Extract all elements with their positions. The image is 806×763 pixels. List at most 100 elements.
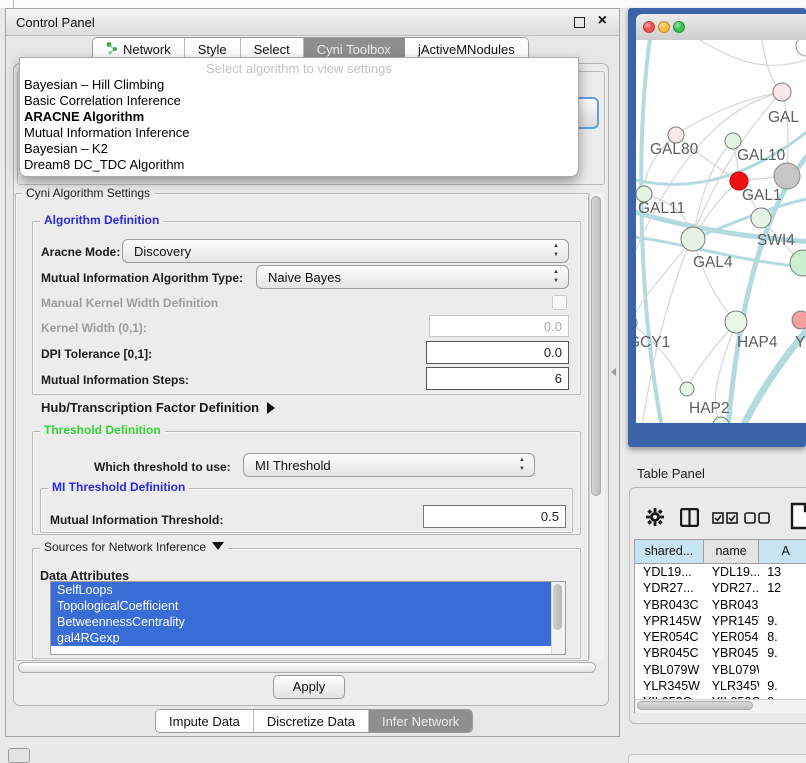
attribute-item-selected[interactable]: TopologicalCoefficient	[51, 598, 551, 614]
settings-vertical-scrollbar-thumb[interactable]	[591, 196, 601, 496]
tab-impute-data[interactable]: Impute Data	[156, 710, 254, 732]
network-node[interactable]	[792, 311, 806, 329]
table-cell: YER054C	[635, 629, 704, 645]
control-panel-window: Control Panel × NetworkStyleSelectCyni T…	[5, 8, 620, 737]
node-label: GAL1	[742, 187, 782, 204]
table-cell: YBL079W	[635, 662, 704, 678]
column-header-shared[interactable]: shared...	[635, 540, 704, 563]
attributes-scrollbar-thumb[interactable]	[553, 584, 562, 630]
table-row[interactable]: YLR345WYLR345W9.	[635, 678, 806, 694]
aracne-mode-combo[interactable]: Discovery ▲▼	[122, 239, 569, 263]
columns-icon[interactable]	[680, 508, 699, 530]
node-label: GAL80	[650, 141, 699, 158]
node-label: SWI4	[757, 232, 795, 249]
document-icon[interactable]	[790, 502, 806, 533]
network-edge[interactable]	[636, 323, 687, 389]
table-cell: 13	[759, 564, 806, 580]
table-row[interactable]: YBL079WYBL079W	[635, 662, 806, 678]
attribute-item-selected[interactable]: gal4RGexp	[51, 630, 551, 646]
algorithm-option[interactable]: Dream8 DC_TDC Algorithm	[20, 157, 578, 173]
mi-threshold-label: Mutual Information Threshold:	[50, 513, 223, 527]
algorithm-option[interactable]: Basic Correlation Inference	[20, 93, 578, 109]
tab-label: Style	[198, 42, 227, 57]
table-row[interactable]: YBR045CYBR045C9.	[635, 645, 806, 661]
mac-close-icon[interactable]	[643, 21, 655, 33]
table-cell: YBR045C	[635, 645, 704, 661]
checked-boxes-icon[interactable]	[712, 512, 738, 527]
algorithm-option[interactable]: Bayesian – K2	[20, 141, 578, 157]
mi-steps-field[interactable]: 6	[426, 367, 569, 390]
collapse-down-icon	[212, 542, 224, 550]
dpi-tolerance-field[interactable]: 0.0	[426, 341, 569, 364]
kernel-width-field[interactable]: 0.0	[429, 315, 569, 337]
table-cell: 9.	[759, 613, 806, 629]
mi-threshold-field[interactable]: 0.5	[423, 505, 566, 528]
tab-discretize-data[interactable]: Discretize Data	[254, 710, 369, 732]
tab-infer-network[interactable]: Infer Network	[369, 710, 472, 732]
collapsed-panel-icon[interactable]	[8, 748, 30, 763]
network-node[interactable]	[725, 311, 747, 333]
settings-horizontal-scrollbar-thumb[interactable]	[18, 662, 596, 673]
hub-definition-expander[interactable]: Hub/Transcription Factor Definition	[41, 400, 275, 415]
network-edge[interactable]	[688, 322, 736, 388]
attribute-item-selected[interactable]: SelfLoops	[51, 582, 551, 598]
aracne-mode-label: Aracne Mode:	[41, 245, 120, 259]
top-tab-edge	[13, 0, 14, 8]
table-row[interactable]: YBR043CYBR043C	[635, 597, 806, 613]
node-table[interactable]: shared...nameA YDL19...YDL19...13YDR27..…	[634, 539, 806, 713]
network-node[interactable]	[681, 227, 705, 251]
algorithm-option[interactable]: Bayesian – Hill Climbing	[20, 77, 578, 93]
algorithm-dropdown-popup: Select algorithm to view settings Bayesi…	[19, 57, 579, 177]
table-row[interactable]: YDR27...YDR27...12	[635, 580, 806, 596]
table-cell: YLR345W	[635, 678, 704, 694]
float-window-icon[interactable]	[574, 17, 585, 28]
network-edge[interactable]	[676, 92, 782, 135]
which-threshold-combo[interactable]: MI Threshold ▲▼	[243, 453, 535, 477]
network-node[interactable]	[680, 382, 694, 396]
network-window-titlebar[interactable]	[636, 14, 806, 41]
which-threshold-label: Which threshold to use:	[94, 460, 231, 474]
table-row[interactable]: YPR145WYPR145W9.	[635, 613, 806, 629]
table-cell: YER054C	[704, 629, 760, 645]
column-header-name[interactable]: name	[704, 540, 759, 563]
network-node[interactable]	[774, 163, 800, 189]
table-cell: 9.	[759, 678, 806, 694]
network-canvas[interactable]: GALGAL80GAL10GAL1GAL11SWI4GAL4GCY1HAP4YH…	[636, 40, 806, 423]
algorithm-dropdown-items: Bayesian – Hill ClimbingBasic Correlatio…	[20, 77, 578, 173]
tab-label: Discretize Data	[267, 714, 355, 729]
node-label: GAL	[768, 109, 799, 126]
table-panel-title: Table Panel	[637, 466, 705, 481]
settings-horizontal-scrollbar[interactable]	[18, 662, 596, 674]
mac-minimize-icon[interactable]	[658, 21, 670, 33]
table-row[interactable]: YDL19...YDL19...13	[635, 564, 806, 580]
network-node[interactable]	[751, 208, 771, 228]
table-horizontal-scrollbar-thumb[interactable]	[637, 701, 753, 710]
apply-button[interactable]: Apply	[273, 675, 345, 699]
algorithm-definition-title: Algorithm Definition	[40, 214, 163, 227]
combo-arrows-icon: ▲▼	[551, 268, 561, 286]
tab-label: Impute Data	[169, 714, 240, 729]
table-row[interactable]: YER054CYER054C8.	[635, 629, 806, 645]
column-header-a[interactable]: A	[759, 540, 806, 563]
network-edge[interactable]	[700, 40, 806, 65]
network-node[interactable]	[773, 83, 791, 101]
network-node[interactable]	[796, 40, 806, 56]
data-attributes-list[interactable]: SelfLoopsTopologicalCoefficientBetweenne…	[50, 581, 566, 655]
mac-zoom-icon[interactable]	[673, 21, 685, 33]
manual-kernel-checkbox[interactable]	[552, 295, 567, 310]
attribute-item-selected[interactable]: BetweennessCentrality	[51, 614, 551, 630]
split-pane-handle-icon[interactable]	[611, 368, 616, 376]
mi-type-combo[interactable]: Naive Bayes ▲▼	[256, 265, 569, 289]
algorithm-option[interactable]: ARACNE Algorithm	[20, 109, 578, 125]
kernel-width-label: Kernel Width (0,1):	[41, 321, 147, 335]
unchecked-boxes-icon[interactable]	[744, 512, 770, 527]
node-label: GAL10	[737, 147, 786, 164]
close-icon[interactable]: ×	[598, 12, 607, 30]
cyni-algorithm-settings-title: Cyni Algorithm Settings	[22, 187, 154, 200]
control-panel-title: Control Panel	[16, 15, 95, 30]
combo-arrows-icon: ▲▼	[517, 456, 527, 474]
gear-icon[interactable]	[646, 508, 664, 529]
algorithm-option[interactable]: Mutual Information Inference	[20, 125, 578, 141]
network-icon	[106, 41, 118, 58]
sources-group-title[interactable]: Sources for Network Inference	[40, 541, 228, 554]
